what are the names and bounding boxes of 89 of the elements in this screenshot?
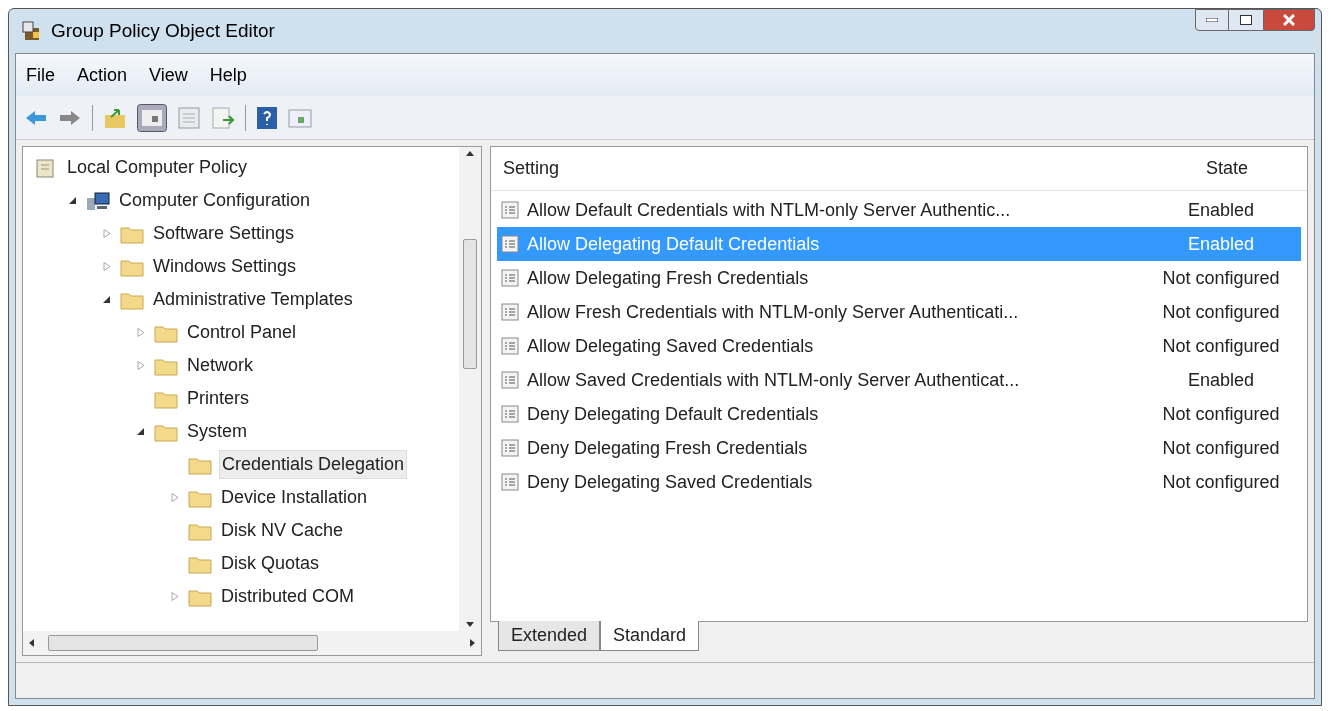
- table-cell-text: Enabled: [1186, 368, 1256, 392]
- back-arrow-icon[interactable]: [24, 108, 48, 127]
- menu-item[interactable]: File: [26, 61, 55, 89]
- tree-item[interactable]: Device Installation: [219, 484, 370, 511]
- table-cell-text: Not configured: [1161, 334, 1281, 358]
- table-cell-text: Allow Saved Credentials with NTLM-only Server Authenticat...: [527, 368, 1021, 392]
- policy-row[interactable]: Deny Delegating Default Credentials Not configured: [497, 397, 1301, 431]
- table-cell-text: Allow Fresh Credentials with NTLM-only Server Authenticati...: [527, 300, 1020, 324]
- tree-item[interactable]: Control Panel: [185, 319, 299, 346]
- expand-arrow-icon[interactable]: [137, 361, 145, 370]
- setting-icon: [501, 439, 519, 457]
- expand-arrow-icon[interactable]: [103, 229, 111, 238]
- tree-item[interactable]: Software Settings: [151, 220, 297, 247]
- console-tree-icon[interactable]: [137, 103, 167, 132]
- table-cell-text: Enabled: [1186, 198, 1256, 222]
- scroll-up-icon[interactable]: [466, 151, 474, 156]
- tree-item[interactable]: Distributed COM: [219, 583, 357, 610]
- window-title: Group Policy Object Editor: [51, 18, 275, 43]
- folder-up-icon[interactable]: [103, 106, 127, 129]
- policy-row[interactable]: Allow Saved Credentials with NTLM-only Server Authenticat... Enabled: [497, 363, 1301, 397]
- menu-item[interactable]: Action: [77, 61, 128, 89]
- tree-item[interactable]: Computer Configuration: [117, 187, 313, 214]
- setting-icon: [501, 337, 519, 355]
- policy-row[interactable]: Allow Fresh Credentials with NTLM-only Server Authenticati... Not configured: [497, 295, 1301, 329]
- tree-item[interactable]: Disk NV Cache: [219, 517, 346, 544]
- expand-arrow-icon[interactable]: [137, 328, 145, 337]
- tree-item[interactable]: Windows Settings: [151, 253, 299, 280]
- setting-icon: [501, 405, 519, 423]
- scroll-left-icon[interactable]: [29, 639, 34, 647]
- setting-icon: [501, 235, 519, 253]
- collapse-arrow-icon[interactable]: [137, 427, 145, 436]
- table-cell-text: Allow Default Credentials with NTLM-only Server Authentic...: [527, 198, 1012, 222]
- setting-icon: [501, 303, 519, 321]
- policy-row[interactable]: Allow Delegating Saved Credentials Not configured: [497, 329, 1301, 363]
- vertical-scrollbar[interactable]: [459, 147, 481, 631]
- expand-arrow-icon[interactable]: [103, 262, 111, 271]
- close-icon: [1283, 14, 1295, 26]
- scroll-down-icon[interactable]: [466, 622, 474, 627]
- table-cell-text: Not configured: [1161, 436, 1281, 460]
- menu-item[interactable]: Help: [209, 61, 247, 89]
- collapse-arrow-icon[interactable]: [103, 295, 111, 304]
- policy-row[interactable]: Allow Default Credentials with NTLM-only Server Authentic... Enabled: [497, 193, 1301, 227]
- collapse-arrow-icon[interactable]: [69, 196, 77, 205]
- table-cell-text: Allow Delegating Fresh Credentials: [527, 266, 810, 290]
- table-cell-text: Enabled: [1186, 232, 1256, 256]
- table-cell-text: Allow Delegating Default Credentials: [527, 232, 821, 256]
- setting-icon: [501, 473, 519, 491]
- menu-item[interactable]: View: [149, 61, 188, 89]
- expand-arrow-icon[interactable]: [171, 493, 179, 502]
- table-cell-text: Deny Delegating Default Credentials: [527, 402, 820, 426]
- table-cell-text: Allow Delegating Saved Credentials: [527, 334, 815, 358]
- table-cell-text: Deny Delegating Fresh Credentials: [527, 436, 809, 460]
- maximize-icon: [1240, 15, 1252, 25]
- tree-item[interactable]: System: [185, 418, 249, 445]
- computer-icon: [85, 189, 111, 212]
- maximize-button[interactable]: [1229, 9, 1263, 31]
- minimize-icon: [1206, 18, 1218, 22]
- table-cell-text: Deny Delegating Saved Credentials: [527, 470, 814, 494]
- table-cell-text: Not configured: [1161, 402, 1281, 426]
- forward-arrow-icon[interactable]: [58, 108, 82, 127]
- scroll-thumb[interactable]: [463, 239, 477, 369]
- scroll-thumb[interactable]: [48, 635, 318, 651]
- tree-item[interactable]: Disk Quotas: [219, 550, 322, 577]
- setting-icon: [501, 269, 519, 287]
- tree-item[interactable]: Local Computer Policy: [65, 154, 250, 181]
- view-tab[interactable]: Extended: [498, 621, 601, 651]
- setting-icon: [501, 201, 519, 219]
- close-button[interactable]: [1263, 9, 1315, 31]
- tree-item[interactable]: Credentials Delegation: [219, 450, 408, 479]
- help-icon[interactable]: [256, 105, 278, 130]
- table-cell-text: Not configured: [1161, 266, 1281, 290]
- view-tab[interactable]: Standard: [600, 621, 700, 651]
- setting-icon: [501, 371, 519, 389]
- window-pane-icon[interactable]: [288, 106, 312, 129]
- table-cell-text: Not configured: [1161, 470, 1281, 494]
- horizontal-scrollbar[interactable]: [23, 631, 481, 655]
- column-header[interactable]: State: [1147, 155, 1307, 182]
- column-header[interactable]: Setting: [491, 155, 1147, 182]
- export-list-icon[interactable]: [211, 105, 235, 130]
- minimize-button[interactable]: [1195, 9, 1229, 31]
- policy-row[interactable]: Deny Delegating Saved Credentials Not configured: [497, 465, 1301, 499]
- expand-arrow-icon[interactable]: [171, 592, 179, 601]
- policy-row[interactable]: Allow Delegating Fresh Credentials Not configured: [497, 261, 1301, 295]
- tree-item[interactable]: Printers: [185, 385, 251, 412]
- tree-item[interactable]: Administrative Templates: [151, 286, 355, 313]
- tree-item[interactable]: Network: [185, 352, 255, 379]
- policy-row[interactable]: Deny Delegating Fresh Credentials Not configured: [497, 431, 1301, 465]
- scroll-right-icon[interactable]: [470, 639, 475, 647]
- table-cell-text: Not configured: [1161, 300, 1281, 324]
